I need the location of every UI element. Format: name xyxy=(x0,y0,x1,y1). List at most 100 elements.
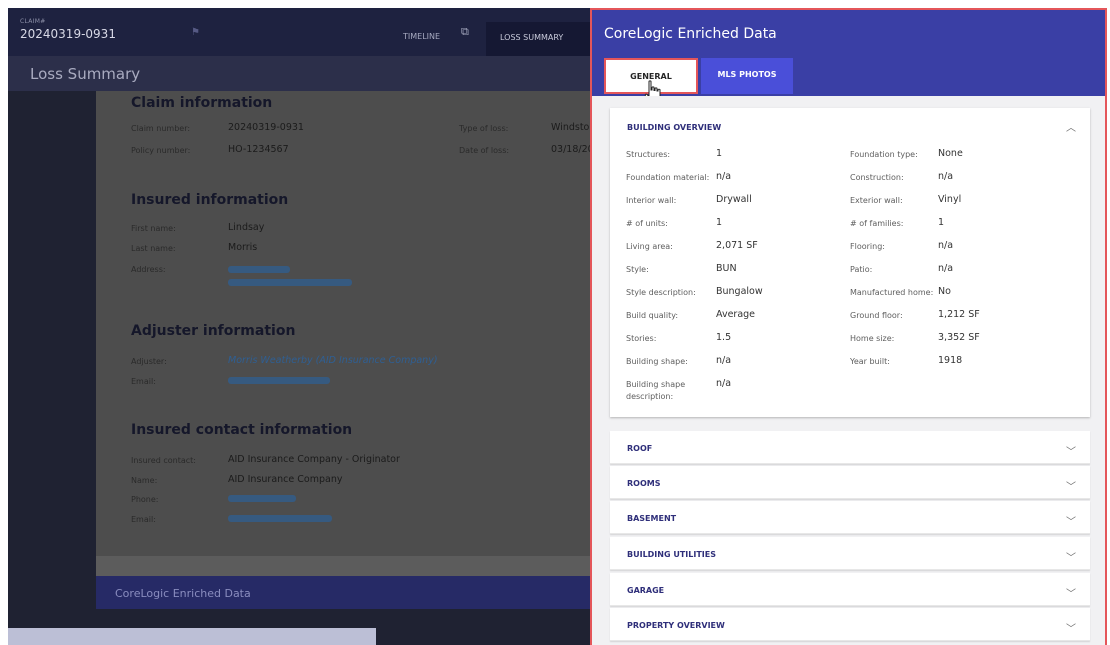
field-label: Style: xyxy=(626,265,649,274)
field-label: Structures: xyxy=(626,150,671,159)
field-label: Foundation material: xyxy=(626,173,710,182)
field-value: n/a xyxy=(938,263,954,274)
redacted-phone xyxy=(228,495,296,502)
adjuster-label: Adjuster: xyxy=(131,357,167,366)
field-value: n/a xyxy=(716,171,732,182)
redacted-email xyxy=(228,515,332,522)
field-value: No xyxy=(938,286,951,297)
page-title: Loss Summary xyxy=(30,65,141,83)
flag-icon[interactable]: ⚑ xyxy=(191,27,200,38)
contact-name-value: AID Insurance Company xyxy=(228,474,343,485)
field-label: Building shape description: xyxy=(626,380,686,401)
chevron-down-icon[interactable]: ﹀ xyxy=(1066,513,1076,528)
field-value: 1 xyxy=(716,148,723,159)
building-overview-title[interactable]: BUILDING OVERVIEW xyxy=(627,123,721,132)
field-label: Stories: xyxy=(626,334,657,343)
field-value: 1 xyxy=(716,217,723,228)
section-title: BUILDING UTILITIES xyxy=(627,550,716,559)
section-gap xyxy=(96,556,598,576)
section-garage[interactable]: GARAGE ﹀ xyxy=(610,573,1090,606)
chevron-up-icon[interactable]: ︿ xyxy=(1066,119,1076,134)
tab-loss-summary[interactable]: LOSS SUMMARY xyxy=(486,22,598,56)
field-label: Build quality: xyxy=(626,311,679,320)
policy-number-label: Policy number: xyxy=(131,146,191,155)
redacted-address-line xyxy=(228,266,290,273)
claim-info-heading: Claim information xyxy=(131,95,273,111)
section-title: BASEMENT xyxy=(627,514,677,523)
field-label: Building shape: xyxy=(626,357,688,366)
field-label: Manufactured home: xyxy=(850,288,934,297)
field-value: n/a xyxy=(938,171,954,182)
field-label: Living area: xyxy=(626,242,673,251)
section-roof[interactable]: ROOF ﹀ xyxy=(610,431,1090,464)
field-value: 1 xyxy=(938,217,945,228)
contact-info-heading: Insured contact information xyxy=(131,422,353,438)
date-of-loss-label: Date of loss: xyxy=(459,146,510,155)
panel-header: CoreLogic Enriched Data GENERAL MLS PHOT… xyxy=(592,10,1105,103)
field-value: 2,071 SF xyxy=(716,240,758,251)
left-gutter xyxy=(8,91,96,645)
claim-number-label: Claim number: xyxy=(131,124,191,133)
field-value: 3,352 SF xyxy=(938,332,980,343)
section-title: ROOMS xyxy=(627,479,661,488)
chevron-down-icon[interactable]: ﹀ xyxy=(1066,549,1076,564)
claim-number-value: 20240319-0931 xyxy=(228,122,304,133)
field-value: n/a xyxy=(716,378,732,389)
field-label: Home size: xyxy=(850,334,895,343)
field-label: Year built: xyxy=(850,357,890,366)
field-value: Vinyl xyxy=(938,194,962,205)
insured-info-heading: Insured information xyxy=(131,192,289,208)
field-label: Interior wall: xyxy=(626,196,677,205)
section-title: GARAGE xyxy=(627,586,665,595)
field-value: None xyxy=(938,148,963,159)
field-label: Exterior wall: xyxy=(850,196,903,205)
section-basement[interactable]: BASEMENT ﹀ xyxy=(610,501,1090,534)
adjuster-link[interactable]: Morris Weatherby (AID Insurance Company) xyxy=(228,355,438,366)
adjuster-email-label: Email: xyxy=(131,377,156,386)
corelogic-panel: CoreLogic Enriched Data GENERAL MLS PHOT… xyxy=(590,8,1107,645)
field-label: Foundation type: xyxy=(850,150,918,159)
chevron-down-icon[interactable]: ﹀ xyxy=(1066,478,1076,493)
field-value: n/a xyxy=(938,240,954,251)
redacted-email xyxy=(228,377,330,384)
screen: CLAIM# 20240319-0931 ⚑ TIMELINE ⧉ LOSS S… xyxy=(0,0,1110,645)
chevron-down-icon[interactable]: ﹀ xyxy=(1066,443,1076,458)
tab-timeline[interactable]: TIMELINE xyxy=(403,32,440,41)
panel-title: CoreLogic Enriched Data xyxy=(604,26,777,42)
tab-mls-photos[interactable]: MLS PHOTOS xyxy=(701,58,793,94)
field-label: # of families: xyxy=(850,219,904,228)
last-name-label: Last name: xyxy=(131,244,176,253)
field-label: Ground floor: xyxy=(850,311,903,320)
adjuster-info-heading: Adjuster information xyxy=(131,323,296,339)
chevron-down-icon[interactable]: ﹀ xyxy=(1066,585,1076,600)
chevron-down-icon[interactable]: ﹀ xyxy=(1066,620,1076,635)
section-rooms[interactable]: ROOMS ﹀ xyxy=(610,466,1090,499)
field-label: Patio: xyxy=(850,265,873,274)
claim-header-bar: CLAIM# 20240319-0931 ⚑ TIMELINE ⧉ LOSS S… xyxy=(8,8,598,56)
first-name-value: Lindsay xyxy=(228,222,265,233)
address-label: Address: xyxy=(131,265,166,274)
date-of-loss-value: 03/18/20 xyxy=(551,144,594,155)
section-building-utilities[interactable]: BUILDING UTILITIES ﹀ xyxy=(610,537,1090,570)
policy-number-value: HO-1234567 xyxy=(228,144,289,155)
redacted-address-line xyxy=(228,279,352,286)
section-title: ROOF xyxy=(627,444,653,453)
contact-name-label: Name: xyxy=(131,476,158,485)
insured-contact-label: Insured contact: xyxy=(131,456,196,465)
field-label: # of units: xyxy=(626,219,668,228)
last-name-value: Morris xyxy=(228,242,258,253)
building-overview-card: BUILDING OVERVIEW ︿ Structures: 1 Foundati… xyxy=(610,108,1090,417)
field-value: Average xyxy=(716,309,756,320)
external-link-icon[interactable]: ⧉ xyxy=(461,25,469,39)
field-value: 1918 xyxy=(938,355,963,366)
type-of-loss-label: Type of loss: xyxy=(459,124,509,133)
field-label: Flooring: xyxy=(850,242,885,251)
field-value: n/a xyxy=(716,355,732,366)
claim-label: CLAIM# xyxy=(20,18,46,25)
section-property-overview[interactable]: PROPERTY OVERVIEW ﹀ xyxy=(610,608,1090,641)
field-value: 1.5 xyxy=(716,332,732,343)
field-value: Drywall xyxy=(716,194,752,205)
panel-body: BUILDING OVERVIEW ︿ Structures: 1 Foundati… xyxy=(592,96,1105,645)
field-label: Style description: xyxy=(626,288,696,297)
contact-email-label: Email: xyxy=(131,515,156,524)
